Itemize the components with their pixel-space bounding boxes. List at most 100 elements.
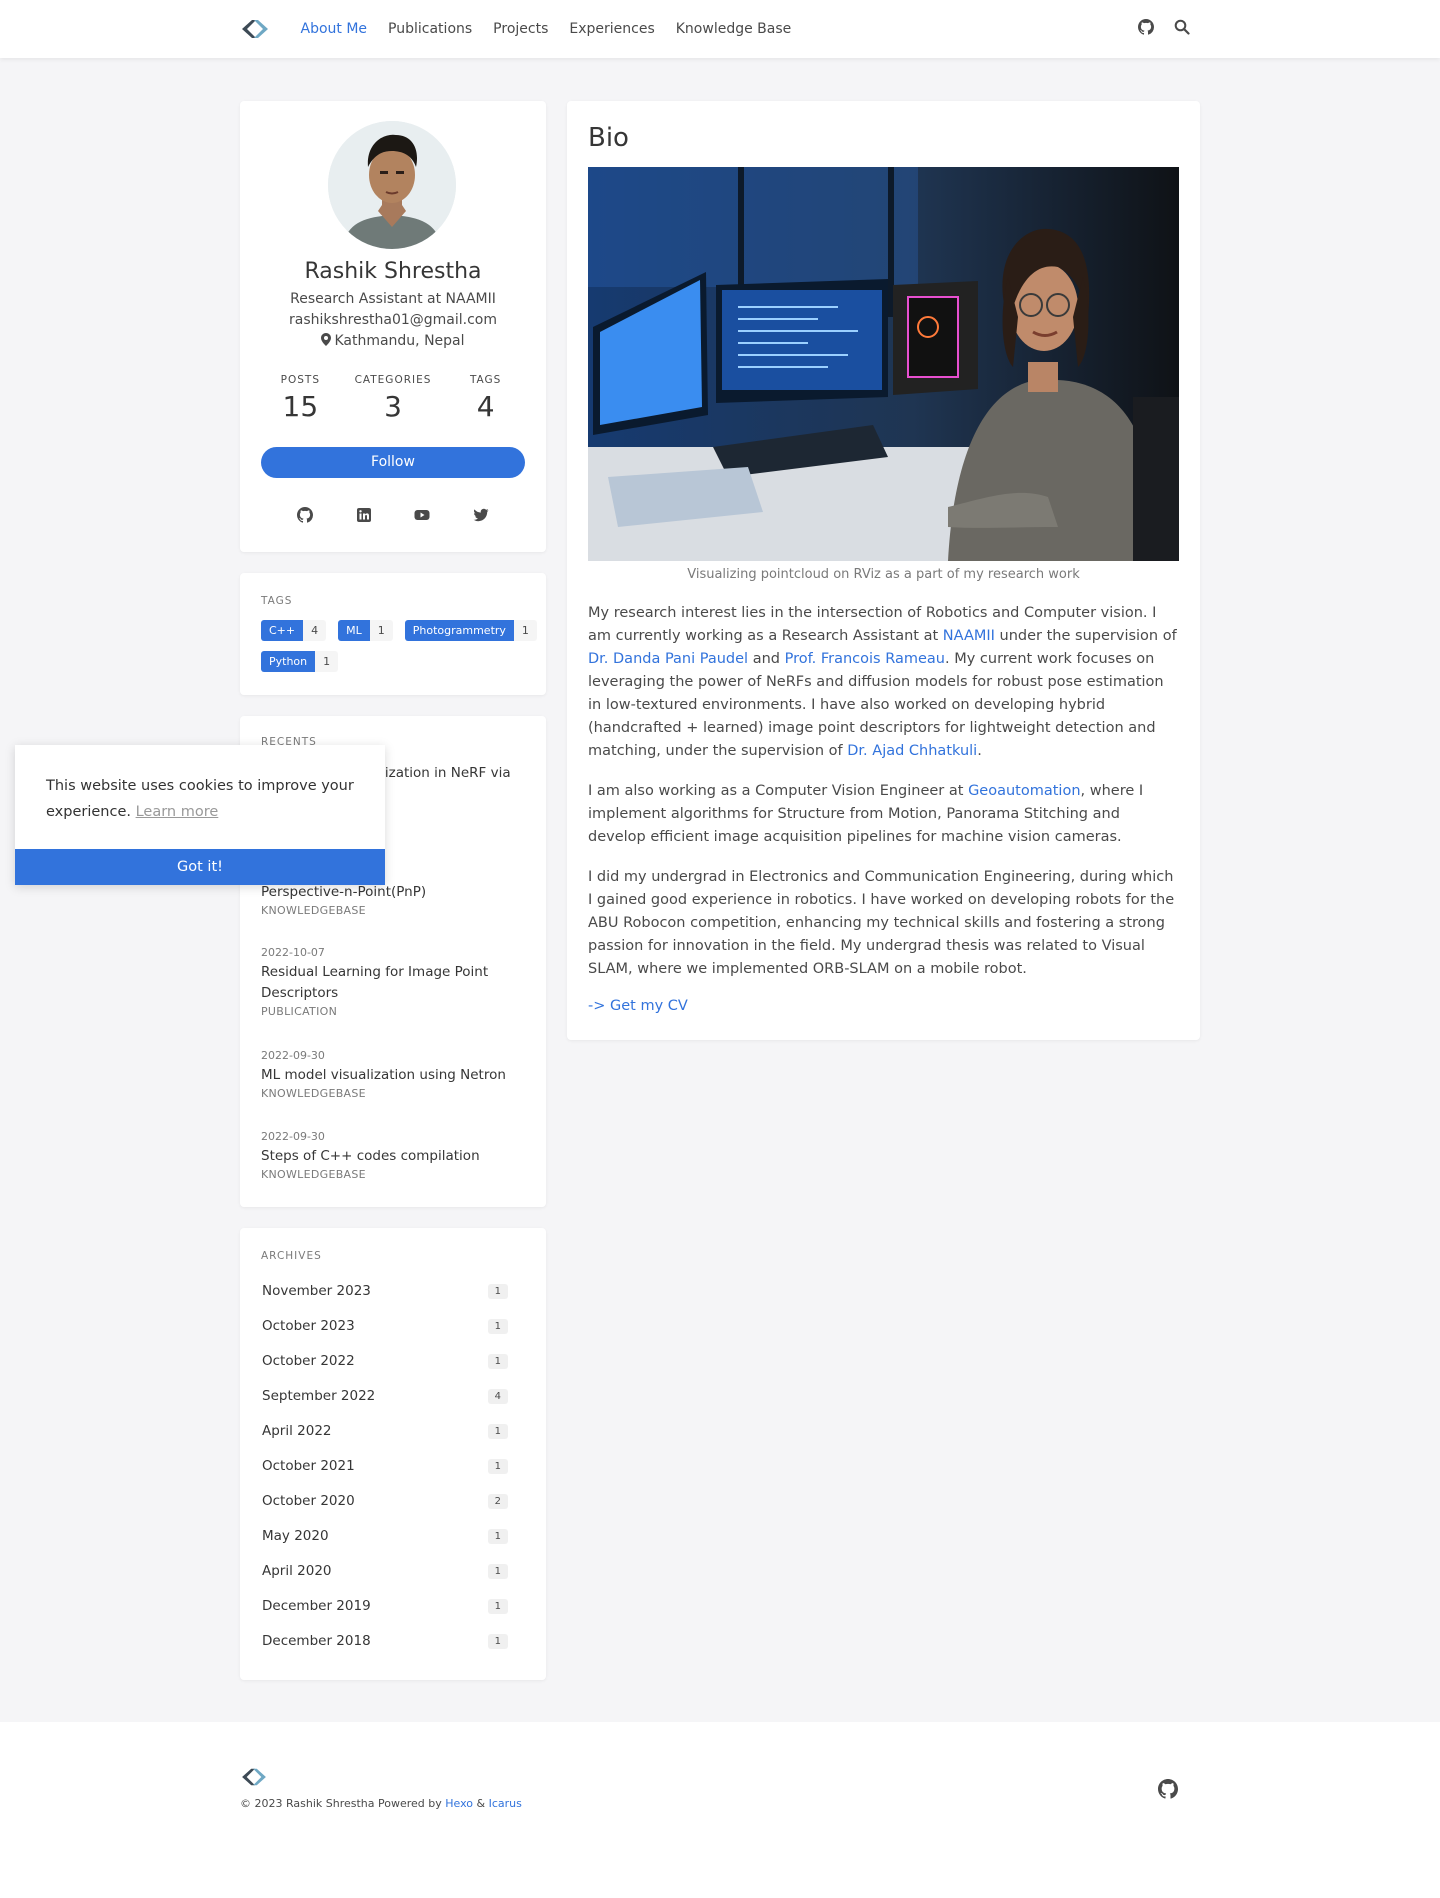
bio-text: I am also working as a Computer Vision E… bbox=[588, 783, 969, 799]
tag-count: 1 bbox=[315, 651, 339, 672]
social-links bbox=[240, 507, 546, 523]
archive-label: December 2018 bbox=[262, 1633, 371, 1649]
bio-paragraph-2: I am also working as a Computer Vision E… bbox=[588, 780, 1179, 849]
tags-widget: TAGS C++ 4 ML 1 Photogrammetry 1 Python 1 bbox=[240, 573, 546, 695]
footer: © 2023 Rashik Shrestha Powered by Hexo &… bbox=[0, 1722, 1440, 1898]
danda-pani-paudel-link[interactable]: Dr. Danda Pani Paudel bbox=[588, 651, 748, 667]
archive-item[interactable]: October 2021 1 bbox=[250, 1452, 520, 1480]
recent-title: Residual Learning for Image Point Descri… bbox=[261, 964, 489, 1001]
linkedin-icon[interactable] bbox=[356, 507, 372, 523]
archive-count: 1 bbox=[487, 1353, 508, 1369]
archive-label: October 2021 bbox=[262, 1458, 355, 1474]
recent-item[interactable]: 2022-09-30 Steps of C++ codes compilatio… bbox=[261, 1130, 531, 1181]
archives-widget: ARCHIVES November 2023 1 October 2023 1 Oc… bbox=[240, 1228, 546, 1680]
archive-count: 4 bbox=[487, 1388, 508, 1404]
learn-more-link[interactable]: Learn more bbox=[136, 804, 219, 820]
archive-count: 1 bbox=[487, 1563, 508, 1579]
profile-name: Rashik Shrestha bbox=[304, 259, 482, 284]
archive-label: October 2020 bbox=[262, 1493, 355, 1509]
github-icon[interactable] bbox=[1138, 19, 1154, 35]
hexo-link[interactable]: Hexo bbox=[445, 1797, 473, 1810]
archive-label: September 2022 bbox=[262, 1388, 376, 1404]
bio-paragraph-3: I did my undergrad in Electronics and Co… bbox=[588, 869, 1175, 977]
bio-photo-caption: Visualizing pointcloud on RViz as a part… bbox=[687, 567, 1080, 582]
archive-count: 1 bbox=[487, 1458, 508, 1474]
recent-item[interactable]: 2022-10-07 Residual Learning for Image P… bbox=[261, 946, 531, 1018]
cookie-message-row: This website uses cookies to improve you… bbox=[46, 773, 366, 825]
profile-role: Research Assistant at NAAMII bbox=[290, 291, 496, 307]
nav-icons bbox=[1138, 19, 1190, 35]
bio-card: Bio Visualizing pointcloud on RViz as a … bbox=[567, 101, 1200, 1040]
tag-photogrammetry[interactable]: Photogrammetry 1 bbox=[404, 620, 537, 641]
archive-label: April 2020 bbox=[262, 1563, 332, 1579]
tag-python[interactable]: Python 1 bbox=[261, 651, 339, 672]
github-icon[interactable] bbox=[297, 507, 314, 523]
site-logo-icon[interactable] bbox=[240, 17, 270, 41]
navbar: About Me Publications Projects Experienc… bbox=[0, 0, 1440, 58]
archive-item[interactable]: September 2022 4 bbox=[250, 1382, 520, 1410]
twitter-icon[interactable] bbox=[473, 507, 489, 523]
tag-cpp[interactable]: C++ 4 bbox=[261, 620, 327, 641]
recent-title: ML model visualization using Netron bbox=[261, 1067, 506, 1083]
naamii-link[interactable]: NAAMII bbox=[943, 628, 995, 644]
archive-count: 1 bbox=[487, 1283, 508, 1299]
nav-publications[interactable]: Publications bbox=[378, 0, 483, 58]
archive-item[interactable]: May 2020 1 bbox=[250, 1522, 520, 1550]
geoautomation-link[interactable]: Geoautomation bbox=[968, 783, 1080, 799]
tag-name: Photogrammetry bbox=[404, 620, 514, 641]
archives-title: ARCHIVES bbox=[261, 1250, 322, 1262]
recent-category: PUBLICATION bbox=[261, 1005, 338, 1018]
tags-title: TAGS bbox=[261, 595, 293, 607]
bio-title: Bio bbox=[588, 123, 629, 153]
archive-item[interactable]: December 2019 1 bbox=[250, 1592, 520, 1620]
stat-tags[interactable]: TAGS 4 bbox=[441, 374, 531, 423]
archive-item[interactable]: October 2023 1 bbox=[250, 1312, 520, 1340]
recent-date: 2022-09-30 bbox=[261, 1049, 325, 1062]
francois-rameau-link[interactable]: Prof. Francois Rameau bbox=[785, 651, 945, 667]
get-cv-link[interactable]: -> Get my CV bbox=[588, 998, 688, 1014]
stat-categories[interactable]: CATEGORIES 3 bbox=[348, 374, 438, 423]
recent-title: Perspective-n-Point(PnP) bbox=[261, 884, 427, 900]
stat-label: POSTS bbox=[280, 374, 320, 386]
tag-row: C++ 4 ML 1 Photogrammetry 1 bbox=[261, 620, 537, 641]
archive-item[interactable]: November 2023 1 bbox=[250, 1277, 520, 1305]
archive-count: 2 bbox=[487, 1493, 508, 1509]
archive-label: May 2020 bbox=[262, 1528, 329, 1544]
recent-item[interactable]: 2022-09-30 ML model visualization using … bbox=[261, 1049, 531, 1100]
archive-item[interactable]: October 2022 1 bbox=[250, 1347, 520, 1375]
archive-item[interactable]: April 2022 1 bbox=[250, 1417, 520, 1445]
nav-about-me[interactable]: About Me bbox=[290, 0, 378, 58]
nav-projects[interactable]: Projects bbox=[483, 0, 559, 58]
recent-title: Steps of C++ codes compilation bbox=[261, 1148, 480, 1164]
tag-count: 4 bbox=[303, 620, 327, 641]
ajad-chhatkuli-link[interactable]: Dr. Ajad Chhatkuli bbox=[847, 743, 977, 759]
recent-category: KNOWLEDGEBASE bbox=[261, 1168, 366, 1181]
icarus-link[interactable]: Icarus bbox=[489, 1797, 522, 1810]
recent-category: KNOWLEDGEBASE bbox=[261, 904, 366, 917]
youtube-icon[interactable] bbox=[414, 507, 430, 523]
got-it-button[interactable]: Got it! bbox=[15, 849, 385, 885]
stat-posts[interactable]: POSTS 15 bbox=[255, 374, 345, 423]
stat-value: 15 bbox=[282, 390, 319, 423]
search-icon[interactable] bbox=[1174, 19, 1190, 35]
bio-text: and bbox=[748, 651, 785, 667]
archive-label: October 2023 bbox=[262, 1318, 355, 1334]
research-photo-image bbox=[588, 167, 1179, 561]
bio-paragraph-1: My research interest lies in the interse… bbox=[588, 602, 1179, 763]
follow-button[interactable]: Follow bbox=[261, 447, 525, 478]
cookie-banner: This website uses cookies to improve you… bbox=[15, 745, 385, 885]
nav-knowledge-base[interactable]: Knowledge Base bbox=[665, 0, 802, 58]
avatar bbox=[328, 121, 456, 249]
archive-item[interactable]: April 2020 1 bbox=[250, 1557, 520, 1585]
footer-copyright: © 2023 Rashik Shrestha Powered by Hexo &… bbox=[240, 1797, 522, 1810]
tag-count: 1 bbox=[513, 620, 537, 641]
tag-ml[interactable]: ML 1 bbox=[338, 620, 393, 641]
github-icon[interactable] bbox=[1158, 1779, 1178, 1799]
profile-location-row: Kathmandu, Nepal bbox=[240, 333, 546, 349]
bio-photo bbox=[588, 167, 1179, 561]
archive-item[interactable]: December 2018 1 bbox=[250, 1627, 520, 1655]
archive-item[interactable]: October 2020 2 bbox=[250, 1487, 520, 1515]
stat-label: CATEGORIES bbox=[354, 374, 432, 386]
nav-experiences[interactable]: Experiences bbox=[559, 0, 665, 58]
footer-logo-icon[interactable] bbox=[240, 1766, 268, 1788]
